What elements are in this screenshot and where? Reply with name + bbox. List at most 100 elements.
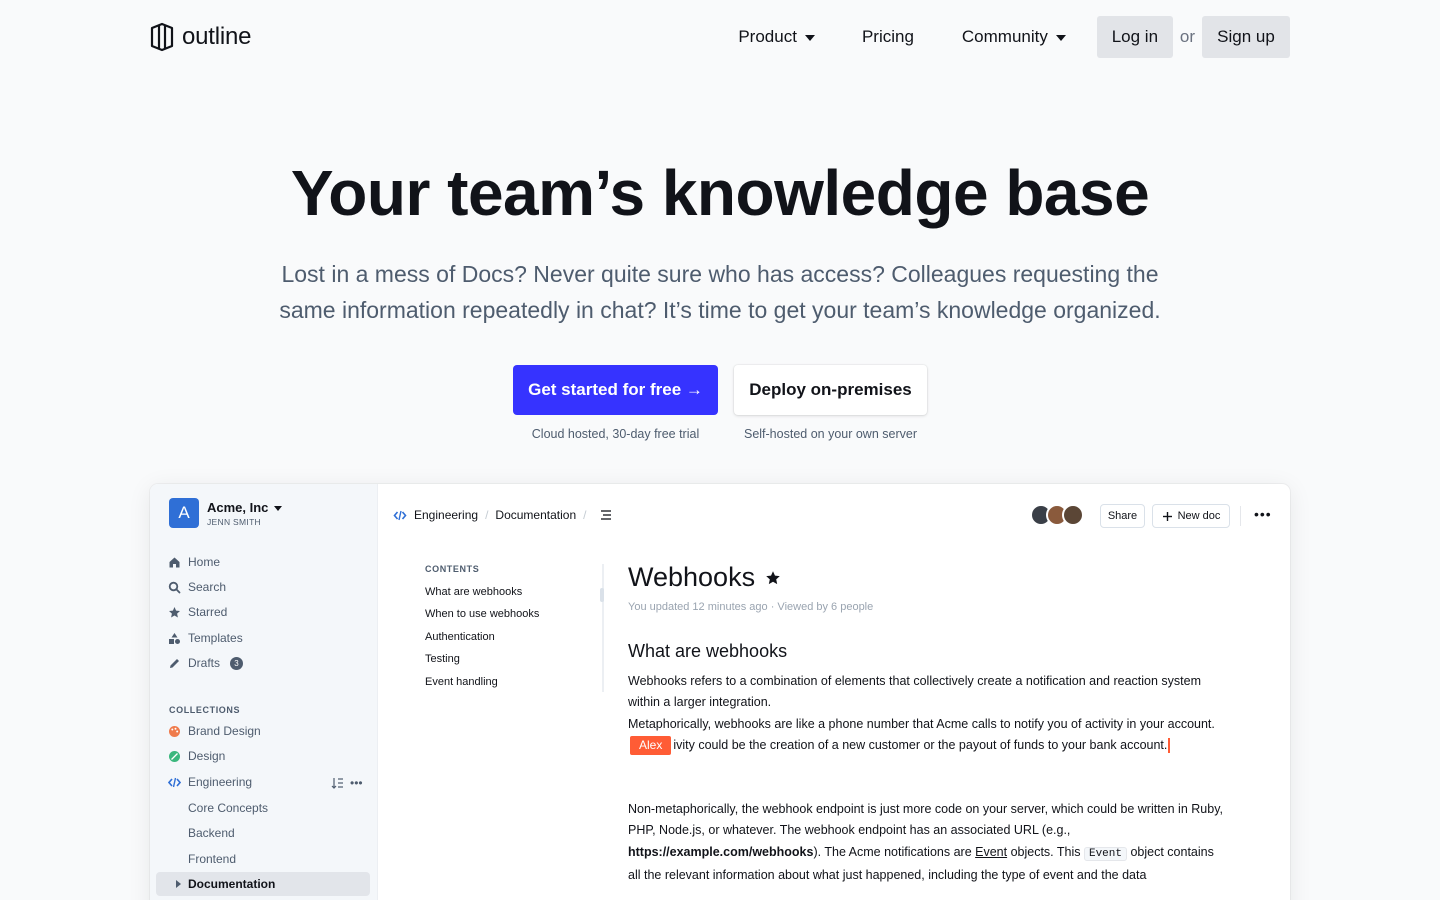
outline-logo-icon (150, 22, 174, 52)
code-icon (168, 777, 181, 787)
sidebar-item-home[interactable]: Home (168, 555, 220, 569)
document[interactable]: Webhooks You updated 12 minutes ago · Vi… (628, 562, 1228, 886)
new-doc-label: New doc (1177, 510, 1221, 522)
team-name: Acme, Inc (207, 499, 283, 515)
sidebar-label: Brand Design (188, 724, 261, 738)
sidebar-label: Search (188, 580, 227, 594)
team-user: JENN SMITH (207, 516, 261, 527)
toc-item[interactable]: Authentication (425, 631, 605, 653)
team-switcher[interactable]: A Acme, Inc JENN SMITH (169, 498, 283, 528)
sidebar-label: Documentation (188, 877, 276, 891)
caret-down-icon (804, 35, 815, 41)
toc-item[interactable]: What are webhooks (425, 586, 605, 608)
disclosure-icon[interactable] (176, 880, 181, 888)
deploy-on-premises-button[interactable]: Deploy on-premises (734, 365, 927, 415)
doc-link[interactable]: https://example.com/webhooks (628, 845, 813, 859)
doc-meta: You updated 12 minutes ago · Viewed by 6… (628, 601, 874, 613)
logo[interactable]: outline (150, 22, 252, 52)
collaborator-cursor (1168, 738, 1171, 754)
doc-title-text: Webhooks (628, 562, 756, 592)
doc-text: objects. This (1007, 844, 1084, 859)
sidebar-item-core-concepts[interactable]: Core Concepts (188, 801, 268, 815)
nav-community[interactable]: Community (962, 27, 1066, 47)
collections-heading: COLLECTIONS (169, 705, 241, 715)
get-started-button[interactable]: Get started for free → (513, 365, 718, 415)
pencil-icon (170, 658, 179, 668)
sidebar-item-templates[interactable]: Templates (168, 631, 243, 645)
sidebar-label: Drafts (188, 656, 221, 670)
star-icon[interactable] (765, 570, 781, 586)
avatar (1062, 504, 1084, 526)
doc-header: Engineering / Documentation / Share New … (378, 484, 1290, 548)
breadcrumb-doc[interactable]: Documentation (495, 508, 576, 522)
sidebar-item-documentation[interactable]: Documentation (156, 872, 370, 896)
doc-link[interactable]: Event (975, 845, 1007, 859)
breadcrumb: Engineering / Documentation / (393, 508, 613, 522)
drafts-count-badge: 3 (230, 656, 244, 670)
doc-title: Webhooks (628, 562, 1228, 593)
sidebar-label: Starred (188, 605, 228, 619)
sidebar-item-frontend[interactable]: Frontend (188, 852, 236, 866)
collaborator-cursor-label: Alex (630, 736, 672, 756)
sidebar-label: Home (188, 555, 221, 569)
nav-pricing[interactable]: Pricing (862, 27, 914, 47)
breadcrumb-separator: / (485, 508, 489, 522)
shapes-icon (169, 632, 180, 644)
sidebar-item-search[interactable]: Search (168, 580, 226, 594)
breadcrumb-separator: / (583, 508, 587, 522)
leaf-icon (169, 750, 180, 762)
sort-icon[interactable] (331, 777, 344, 789)
hero-subtitle: Lost in a mess of Docs? Never quite sure… (279, 261, 1161, 323)
new-doc-button[interactable]: New doc (1152, 504, 1230, 528)
sidebar-item-starred[interactable]: Starred (168, 605, 227, 619)
search-icon (168, 581, 181, 593)
caret-down-icon (274, 505, 283, 511)
doc-paragraph: Non-metaphorically, the webhook endpoint… (628, 799, 1228, 886)
cloud-note: Cloud hosted, 30-day free trial (531, 427, 700, 441)
doc-heading: What are webhooks (628, 641, 788, 661)
signup-button[interactable]: Sign up (1202, 16, 1290, 58)
doc-text: ivity could be the creation of a new cus… (673, 737, 1168, 752)
code-icon (393, 510, 407, 520)
more-menu-icon[interactable]: ••• (1254, 506, 1272, 522)
sidebar-item-engineering[interactable]: Engineering (168, 775, 252, 789)
team-avatar: A (169, 498, 199, 528)
sidebar-item-drafts[interactable]: Drafts 3 (168, 656, 244, 670)
sidebar-label: Templates (188, 631, 243, 645)
share-button[interactable]: Share (1100, 504, 1145, 528)
app-preview: A Acme, Inc JENN SMITH Home Search Starr… (150, 484, 1290, 900)
or-text: or (1179, 27, 1195, 46)
nav-product[interactable]: Product (738, 27, 815, 47)
hero-title: Your team’s knowledge base (290, 157, 1150, 229)
nav-product-label: Product (738, 27, 797, 46)
palette-icon (169, 725, 180, 737)
sidebar: A Acme, Inc JENN SMITH Home Search Starr… (150, 484, 378, 900)
toc-scroll-indicator (600, 588, 604, 602)
divider (1240, 506, 1241, 526)
table-of-contents-icon[interactable] (599, 509, 613, 521)
caret-down-icon (1055, 35, 1066, 41)
sidebar-item-brand-design[interactable]: Brand Design (168, 724, 261, 738)
toc-item[interactable]: When to use webhooks (425, 608, 605, 630)
doc-text: Webhooks refers to a combination of elem… (628, 674, 1201, 710)
collection-tools: ••• (331, 776, 363, 790)
logo-text: outline (182, 23, 252, 50)
breadcrumb-collection[interactable]: Engineering (414, 508, 478, 522)
login-button[interactable]: Log in (1096, 16, 1173, 58)
nav-links: Product Pricing Community Log in or Sign… (738, 16, 1290, 58)
more-icon[interactable]: ••• (350, 776, 363, 790)
sidebar-item-design[interactable]: Design (168, 749, 225, 763)
collaborator-avatars[interactable] (1030, 504, 1084, 526)
plus-icon (1162, 511, 1172, 521)
toc-item[interactable]: Testing (425, 653, 605, 675)
toc-divider (602, 564, 604, 692)
sidebar-item-backend[interactable]: Backend (188, 826, 235, 840)
nav-community-label: Community (961, 27, 1048, 46)
sidebar-label: Design (188, 749, 226, 763)
home-icon (169, 557, 180, 567)
team-name-label: Acme, Inc (207, 499, 269, 515)
doc-paragraph: Webhooks refers to a combination of elem… (628, 671, 1228, 756)
sidebar-label: Engineering (188, 775, 253, 789)
doc-text: Non-metaphorically, the webhook endpoint… (628, 802, 1223, 838)
toc-item[interactable]: Event handling (425, 676, 605, 698)
